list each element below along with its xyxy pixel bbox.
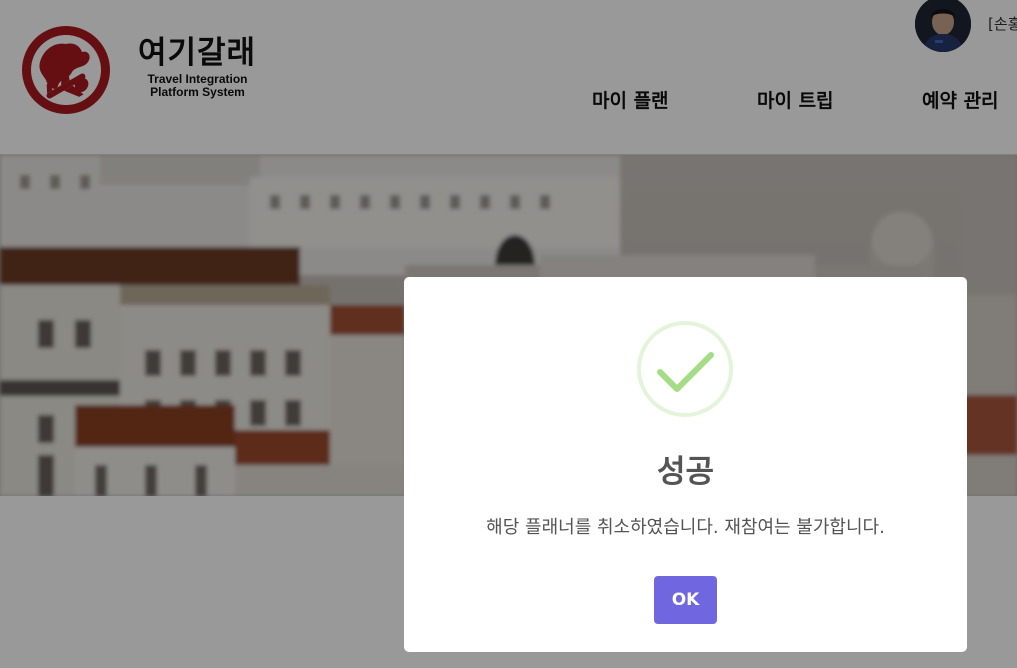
success-dialog: 성공 해당 플래너를 취소하였습니다. 재참여는 불가합니다. OK	[404, 277, 967, 652]
page: 여기갈래 Travel Integration Platform System …	[0, 0, 1017, 668]
dialog-title: 성공	[656, 454, 715, 490]
dialog-message: 해당 플래너를 취소하였습니다. 재참여는 불가합니다.	[486, 517, 885, 538]
success-check-icon	[636, 320, 734, 418]
ok-button[interactable]: OK	[654, 576, 717, 624]
